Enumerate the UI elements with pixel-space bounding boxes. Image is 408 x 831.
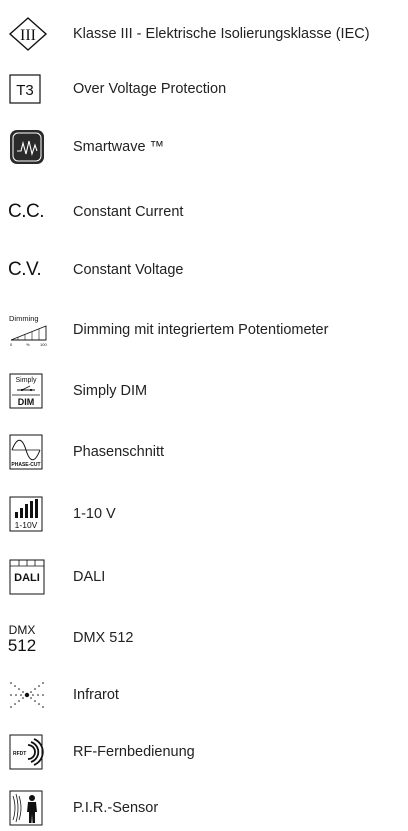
legend-label: Klasse III - Elektrische Isolierungsklas…: [73, 26, 370, 42]
legend-label: Constant Current: [73, 204, 184, 220]
dmx-icon-text-bottom: 512: [8, 636, 36, 655]
legend-item-phase-cut: PHASE-CUT Phasenschnitt: [0, 432, 408, 472]
constant-voltage-icon-text: C.V.: [8, 259, 42, 280]
dimming-icon-text: Dimming: [9, 314, 39, 323]
class-iii-icon: III: [8, 16, 56, 52]
dimming-scale-max: 100: [40, 342, 47, 347]
simply-dim-icon-text-top: Simply: [15, 377, 37, 384]
legend-item-pir-sensor: P.I.R.-Sensor: [0, 788, 408, 828]
legend-label: Constant Voltage: [73, 262, 184, 278]
dali-icon-text: DALI: [14, 572, 40, 584]
constant-current-icon-text: C.C.: [8, 201, 45, 222]
legend-label: Over Voltage Protection: [73, 81, 227, 97]
legend-label: RF-Fernbedienung: [73, 744, 195, 760]
t3-icon-text: T3: [16, 82, 34, 99]
legend-item-dali: DALI DALI: [0, 557, 408, 597]
dimming-scale-unit: %: [26, 342, 30, 347]
legend-label: Smartwave ™: [73, 139, 165, 155]
infrared-icon: [8, 677, 56, 713]
dimming-potentiometer-icon: Dimming 0 % 100: [8, 312, 56, 348]
legend-item-infrared: Infrarot: [0, 675, 408, 715]
legend-label: P.I.R.-Sensor: [73, 800, 159, 816]
smartwave-icon: [8, 129, 56, 165]
legend-item-class-iii: III Klasse III - Elektrische Isolierungs…: [0, 14, 408, 54]
legend-label: DALI: [73, 569, 106, 585]
legend-item-dmx-512: DMX 512 DMX 512: [0, 618, 408, 658]
pir-sensor-icon: [8, 790, 56, 826]
legend-label: Infrarot: [73, 687, 119, 703]
simply-dim-icon-text-bottom: DIM: [18, 397, 35, 407]
legend-item-dimming: Dimming 0 % 100 Dimming mit integriertem…: [0, 310, 408, 350]
phase-cut-icon-text: PHASE-CUT: [11, 462, 40, 468]
legend-item-1-10v: 1-10V 1-10 V: [0, 494, 408, 534]
legend-item-t3: T3 Over Voltage Protection: [0, 69, 408, 109]
simply-dim-icon: Simply DIM: [8, 373, 56, 409]
rf-remote-icon: RFDT: [8, 734, 56, 770]
legend-label: DMX 512: [73, 630, 134, 646]
legend-item-constant-voltage: C.V. Constant Voltage: [0, 250, 408, 290]
dmx-512-icon: DMX 512: [8, 620, 56, 656]
constant-current-icon: C.C.: [8, 194, 56, 230]
legend-label: Simply DIM: [73, 383, 148, 399]
constant-voltage-icon: C.V.: [8, 252, 56, 288]
legend-label: 1-10 V: [73, 506, 116, 522]
legend-item-rf-remote: RFDT RF-Fernbedienung: [0, 732, 408, 772]
dmx-icon-text-top: DMX: [9, 623, 36, 637]
legend-label: Dimming mit integriertem Potentiometer: [73, 322, 329, 338]
1-10v-icon-text: 1-10V: [15, 520, 38, 530]
dali-icon: DALI: [8, 559, 56, 595]
legend-item-simply-dim: Simply DIM Simply DIM: [0, 371, 408, 411]
rf-icon-text: RFDT: [13, 751, 26, 757]
legend-item-smartwave: Smartwave ™: [0, 127, 408, 167]
legend-label: Phasenschnitt: [73, 444, 165, 460]
legend-item-constant-current: C.C. Constant Current: [0, 192, 408, 232]
phase-cut-icon: PHASE-CUT: [8, 434, 56, 470]
icon-legend: III Klasse III - Elektrische Isolierungs…: [0, 0, 408, 831]
1-10v-icon: 1-10V: [8, 496, 56, 532]
dimming-scale-min: 0: [10, 342, 13, 347]
t3-icon: T3: [8, 71, 56, 107]
class-iii-icon-text: III: [20, 27, 36, 44]
